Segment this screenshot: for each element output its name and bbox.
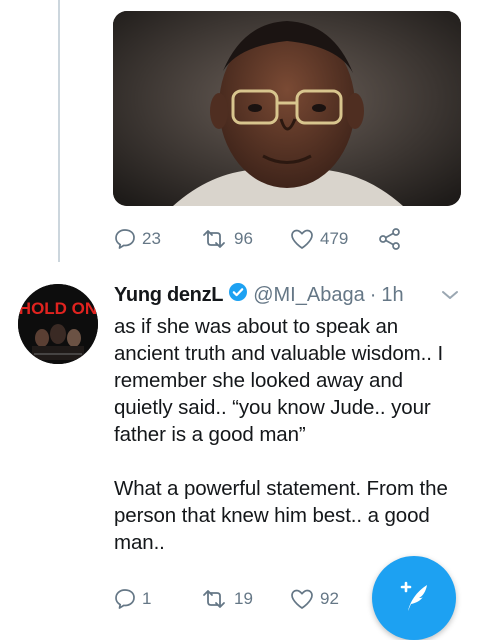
reply-count: 1 <box>142 589 152 608</box>
like-button[interactable]: 92 <box>289 587 369 611</box>
like-button[interactable]: 479 <box>289 227 377 251</box>
compose-feather-plus-icon <box>400 581 427 611</box>
retweet-count: 19 <box>234 589 253 608</box>
retweet-button[interactable]: 96 <box>199 227 289 251</box>
tweet-options-chevron-icon[interactable] <box>441 288 459 306</box>
reply-button[interactable]: 1 <box>113 587 199 611</box>
portrait-photo <box>113 11 461 206</box>
like-count: 92 <box>320 589 339 608</box>
verified-badge-icon <box>228 282 248 308</box>
reply-icon <box>115 229 135 249</box>
tweet-actions-bar: 1 19 92 <box>113 587 369 611</box>
share-icon <box>379 228 400 250</box>
reply-icon <box>115 589 135 609</box>
user-handle[interactable]: @MI_Abaga <box>253 284 364 307</box>
tweet-media-image[interactable] <box>113 11 461 206</box>
retweet-count: 96 <box>234 229 253 248</box>
retweet-icon <box>203 590 225 608</box>
heart-icon <box>291 589 313 609</box>
like-count: 479 <box>320 229 349 248</box>
tweet-actions-bar: 23 96 479 <box>113 226 403 252</box>
avatar[interactable]: HOLD ON <box>18 284 98 364</box>
display-name[interactable]: Yung denzL <box>114 284 224 307</box>
thread-connector-line <box>58 0 60 262</box>
avatar-logo-text: HOLD ON <box>19 299 97 318</box>
share-button[interactable] <box>377 226 403 252</box>
reply-button[interactable]: 23 <box>113 227 199 251</box>
header-separator: · <box>369 283 377 306</box>
tweet-timestamp[interactable]: 1h <box>381 284 403 307</box>
tweet-header: Yung denzL @MI_Abaga · 1h <box>114 282 404 308</box>
retweet-icon <box>203 230 225 248</box>
heart-icon <box>291 229 313 249</box>
reply-count: 23 <box>142 229 161 248</box>
retweet-button[interactable]: 19 <box>199 587 289 611</box>
compose-tweet-button[interactable] <box>372 556 456 640</box>
tweet-body-text: as if she was about to speak an ancient … <box>114 315 448 554</box>
